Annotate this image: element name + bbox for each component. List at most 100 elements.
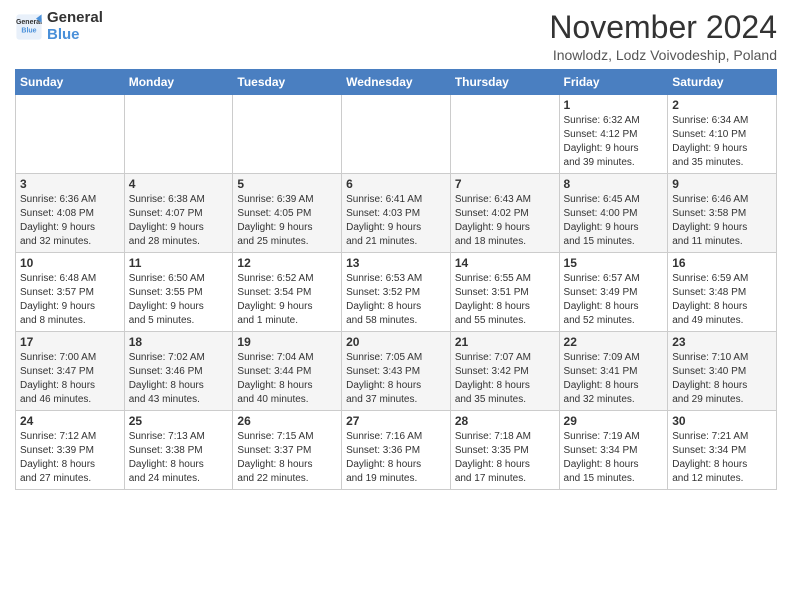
day-info: Sunrise: 7:07 AM Sunset: 3:42 PM Dayligh… bbox=[455, 351, 555, 407]
day-number: 13 bbox=[346, 256, 446, 270]
calendar-cell: 22 Sunrise: 7:09 AM Sunset: 3:41 PM Dayli… bbox=[559, 332, 668, 411]
calendar-cell: 7 Sunrise: 6:43 AM Sunset: 4:02 PM Daylig… bbox=[450, 174, 559, 253]
week-row-3: 17 Sunrise: 7:00 AM Sunset: 3:47 PM Dayli… bbox=[16, 332, 777, 411]
day-info: Sunrise: 6:43 AM Sunset: 4:02 PM Dayligh… bbox=[455, 193, 555, 249]
calendar-cell: 13 Sunrise: 6:53 AM Sunset: 3:52 PM Dayli… bbox=[342, 253, 451, 332]
calendar-cell: 30Sunrise: 7:21 AM Sunset: 3:34 PM Dayli… bbox=[668, 411, 777, 490]
calendar-cell: 21 Sunrise: 7:07 AM Sunset: 3:42 PM Dayli… bbox=[450, 332, 559, 411]
day-info: Sunrise: 7:04 AM Sunset: 3:44 PM Dayligh… bbox=[237, 351, 337, 407]
day-info: Sunrise: 7:13 AM Sunset: 3:38 PM Dayligh… bbox=[129, 430, 229, 486]
col-header-tuesday: Tuesday bbox=[233, 70, 342, 95]
week-row-4: 24 Sunrise: 7:12 AM Sunset: 3:39 PM Dayli… bbox=[16, 411, 777, 490]
calendar-cell: 23Sunrise: 7:10 AM Sunset: 3:40 PM Dayli… bbox=[668, 332, 777, 411]
day-number: 28 bbox=[455, 414, 555, 428]
day-info: Sunrise: 6:39 AM Sunset: 4:05 PM Dayligh… bbox=[237, 193, 337, 249]
day-info: Sunrise: 7:15 AM Sunset: 3:37 PM Dayligh… bbox=[237, 430, 337, 486]
logo-icon: General Blue bbox=[15, 13, 43, 41]
calendar-cell: 6 Sunrise: 6:41 AM Sunset: 4:03 PM Daylig… bbox=[342, 174, 451, 253]
calendar-cell: 17 Sunrise: 7:00 AM Sunset: 3:47 PM Dayli… bbox=[16, 332, 125, 411]
calendar-cell: 5 Sunrise: 6:39 AM Sunset: 4:05 PM Daylig… bbox=[233, 174, 342, 253]
day-info: Sunrise: 6:59 AM Sunset: 3:48 PM Dayligh… bbox=[672, 272, 772, 328]
logo: General Blue General Blue bbox=[15, 10, 103, 43]
day-info: Sunrise: 7:09 AM Sunset: 3:41 PM Dayligh… bbox=[564, 351, 664, 407]
calendar-cell bbox=[233, 95, 342, 174]
day-info: Sunrise: 7:16 AM Sunset: 3:36 PM Dayligh… bbox=[346, 430, 446, 486]
day-number: 11 bbox=[129, 256, 229, 270]
calendar-cell: 14Sunrise: 6:55 AM Sunset: 3:51 PM Dayli… bbox=[450, 253, 559, 332]
calendar-cell: 19Sunrise: 7:04 AM Sunset: 3:44 PM Dayli… bbox=[233, 332, 342, 411]
day-info: Sunrise: 7:12 AM Sunset: 3:39 PM Dayligh… bbox=[20, 430, 120, 486]
calendar-cell bbox=[124, 95, 233, 174]
calendar-table: SundayMondayTuesdayWednesdayThursdayFrid… bbox=[15, 69, 777, 490]
calendar-cell bbox=[16, 95, 125, 174]
day-number: 3 bbox=[20, 177, 120, 191]
logo-text-general: General bbox=[47, 10, 103, 27]
day-number: 5 bbox=[237, 177, 337, 191]
day-info: Sunrise: 7:02 AM Sunset: 3:46 PM Dayligh… bbox=[129, 351, 229, 407]
day-number: 22 bbox=[564, 335, 664, 349]
day-number: 14 bbox=[455, 256, 555, 270]
day-number: 16 bbox=[672, 256, 772, 270]
calendar-cell: 27Sunrise: 7:16 AM Sunset: 3:36 PM Dayli… bbox=[342, 411, 451, 490]
day-info: Sunrise: 6:45 AM Sunset: 4:00 PM Dayligh… bbox=[564, 193, 664, 249]
day-number: 29 bbox=[564, 414, 664, 428]
day-info: Sunrise: 7:19 AM Sunset: 3:34 PM Dayligh… bbox=[564, 430, 664, 486]
day-number: 18 bbox=[129, 335, 229, 349]
header: General Blue General Blue November 2024 … bbox=[15, 10, 777, 63]
calendar-cell bbox=[342, 95, 451, 174]
day-number: 15 bbox=[564, 256, 664, 270]
day-number: 17 bbox=[20, 335, 120, 349]
day-number: 23 bbox=[672, 335, 772, 349]
col-header-saturday: Saturday bbox=[668, 70, 777, 95]
calendar-cell: 12Sunrise: 6:52 AM Sunset: 3:54 PM Dayli… bbox=[233, 253, 342, 332]
page: General Blue General Blue November 2024 … bbox=[0, 0, 792, 500]
calendar-cell: 26 Sunrise: 7:15 AM Sunset: 3:37 PM Dayli… bbox=[233, 411, 342, 490]
day-info: Sunrise: 6:36 AM Sunset: 4:08 PM Dayligh… bbox=[20, 193, 120, 249]
header-row: SundayMondayTuesdayWednesdayThursdayFrid… bbox=[16, 70, 777, 95]
day-info: Sunrise: 6:53 AM Sunset: 3:52 PM Dayligh… bbox=[346, 272, 446, 328]
subtitle: Inowlodz, Lodz Voivodeship, Poland bbox=[549, 47, 777, 63]
calendar-cell: 15 Sunrise: 6:57 AM Sunset: 3:49 PM Dayli… bbox=[559, 253, 668, 332]
week-row-1: 3 Sunrise: 6:36 AM Sunset: 4:08 PM Daylig… bbox=[16, 174, 777, 253]
day-number: 7 bbox=[455, 177, 555, 191]
day-number: 4 bbox=[129, 177, 229, 191]
col-header-thursday: Thursday bbox=[450, 70, 559, 95]
month-title: November 2024 bbox=[549, 10, 777, 45]
calendar-cell: 18 Sunrise: 7:02 AM Sunset: 3:46 PM Dayli… bbox=[124, 332, 233, 411]
day-info: Sunrise: 6:46 AM Sunset: 3:58 PM Dayligh… bbox=[672, 193, 772, 249]
calendar-cell: 24 Sunrise: 7:12 AM Sunset: 3:39 PM Dayli… bbox=[16, 411, 125, 490]
day-number: 9 bbox=[672, 177, 772, 191]
calendar-cell: 11 Sunrise: 6:50 AM Sunset: 3:55 PM Dayli… bbox=[124, 253, 233, 332]
svg-text:Blue: Blue bbox=[21, 27, 36, 34]
day-info: Sunrise: 6:41 AM Sunset: 4:03 PM Dayligh… bbox=[346, 193, 446, 249]
day-info: Sunrise: 7:00 AM Sunset: 3:47 PM Dayligh… bbox=[20, 351, 120, 407]
day-number: 24 bbox=[20, 414, 120, 428]
week-row-0: 1Sunrise: 6:32 AM Sunset: 4:12 PM Daylig… bbox=[16, 95, 777, 174]
day-info: Sunrise: 7:05 AM Sunset: 3:43 PM Dayligh… bbox=[346, 351, 446, 407]
day-info: Sunrise: 6:50 AM Sunset: 3:55 PM Dayligh… bbox=[129, 272, 229, 328]
day-number: 21 bbox=[455, 335, 555, 349]
day-number: 10 bbox=[20, 256, 120, 270]
day-info: Sunrise: 6:48 AM Sunset: 3:57 PM Dayligh… bbox=[20, 272, 120, 328]
calendar-cell: 1Sunrise: 6:32 AM Sunset: 4:12 PM Daylig… bbox=[559, 95, 668, 174]
day-number: 20 bbox=[346, 335, 446, 349]
day-info: Sunrise: 6:32 AM Sunset: 4:12 PM Dayligh… bbox=[564, 114, 664, 170]
title-block: November 2024 Inowlodz, Lodz Voivodeship… bbox=[549, 10, 777, 63]
calendar-cell: 25 Sunrise: 7:13 AM Sunset: 3:38 PM Dayli… bbox=[124, 411, 233, 490]
day-info: Sunrise: 6:38 AM Sunset: 4:07 PM Dayligh… bbox=[129, 193, 229, 249]
day-info: Sunrise: 6:57 AM Sunset: 3:49 PM Dayligh… bbox=[564, 272, 664, 328]
day-number: 26 bbox=[237, 414, 337, 428]
calendar-cell: 4 Sunrise: 6:38 AM Sunset: 4:07 PM Daylig… bbox=[124, 174, 233, 253]
col-header-friday: Friday bbox=[559, 70, 668, 95]
day-info: Sunrise: 7:21 AM Sunset: 3:34 PM Dayligh… bbox=[672, 430, 772, 486]
col-header-sunday: Sunday bbox=[16, 70, 125, 95]
day-info: Sunrise: 7:18 AM Sunset: 3:35 PM Dayligh… bbox=[455, 430, 555, 486]
day-number: 25 bbox=[129, 414, 229, 428]
calendar-cell: 8Sunrise: 6:45 AM Sunset: 4:00 PM Daylig… bbox=[559, 174, 668, 253]
day-info: Sunrise: 6:52 AM Sunset: 3:54 PM Dayligh… bbox=[237, 272, 337, 328]
col-header-monday: Monday bbox=[124, 70, 233, 95]
day-number: 6 bbox=[346, 177, 446, 191]
logo-text-blue: Blue bbox=[47, 27, 103, 44]
day-number: 2 bbox=[672, 98, 772, 112]
calendar-cell: 28 Sunrise: 7:18 AM Sunset: 3:35 PM Dayli… bbox=[450, 411, 559, 490]
